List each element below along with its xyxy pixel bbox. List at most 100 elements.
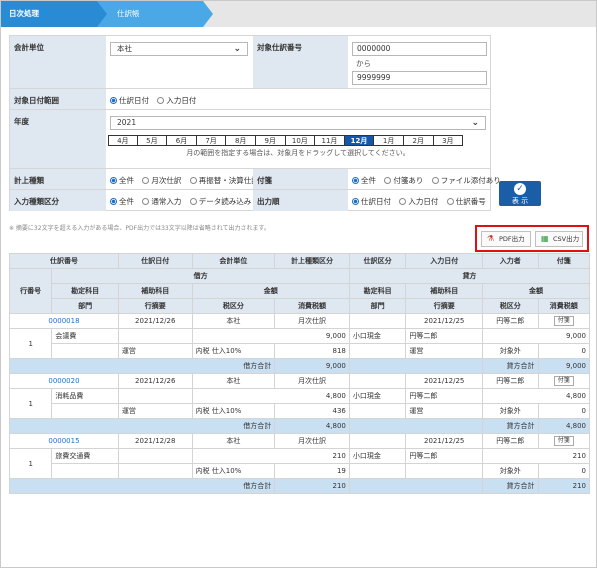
col-line-no: 行番号 <box>8 268 53 314</box>
pdf-export-button[interactable]: ⚗ PDF出力 <box>481 231 531 247</box>
voucher-to-input[interactable]: 9999999 <box>352 71 487 85</box>
radio-icon <box>446 198 454 205</box>
radio-posting-monthly[interactable]: 月次仕訳 <box>142 176 181 185</box>
credit-sub-account: 円等二郎 <box>405 328 484 344</box>
radio-label: 仕訳番号 <box>455 197 486 206</box>
year-select[interactable]: 2021 ⌄ <box>110 116 486 130</box>
header-row-2: 行番号 借方 貸方 <box>8 268 591 314</box>
csv-icon: ▦ <box>541 234 549 243</box>
month-9[interactable]: 12月 <box>344 135 375 146</box>
col-credit: 貸方 <box>348 268 591 284</box>
credit-account: 小口現金 <box>348 328 407 344</box>
radio-icon <box>142 198 150 205</box>
radio-posting-closing[interactable]: 再振替・決算仕訳 <box>189 176 259 185</box>
year-label-cell: 年度 <box>10 110 106 168</box>
col-inputter: 入力者 <box>482 253 539 269</box>
radio-label: 再振替・決算仕訳 <box>198 176 259 185</box>
radio-attach-file[interactable]: ファイル添付あり <box>431 176 501 185</box>
sticky-cell: 付箋 <box>537 373 590 389</box>
month-11[interactable]: 2月 <box>403 135 434 146</box>
debit-total: 4,800 <box>274 418 350 434</box>
voucher-link[interactable]: 0000015 <box>48 437 79 445</box>
credit-tax-amount: 0 <box>537 343 590 359</box>
radio-input-date[interactable]: 入力日付 <box>157 96 196 105</box>
attach-radios: 全件 付箋あり ファイル添付あり <box>352 175 507 186</box>
input-date: 2021/12/25 <box>405 373 484 389</box>
radio-order-input-date[interactable]: 入力日付 <box>399 197 438 206</box>
debit-amount: 4,800 <box>191 388 350 404</box>
company-label-cell: 会計単位 <box>10 36 106 88</box>
inputter: 円等二郎 <box>482 313 539 329</box>
radio-label: 全件 <box>119 176 134 185</box>
month-6[interactable]: 9月 <box>255 135 286 146</box>
col-voucher-date: 仕訳日付 <box>117 253 193 269</box>
radio-voucher-date[interactable]: 仕訳日付 <box>110 96 149 105</box>
date-target-label-cell: 対象日付範囲 <box>10 89 106 109</box>
voucher-date: 2021/12/26 <box>117 373 193 389</box>
debit-total: 210 <box>274 478 350 494</box>
radio-posting-all[interactable]: 全件 <box>110 176 134 185</box>
debit-total: 9,000 <box>274 358 350 374</box>
col-unit: 会計単位 <box>191 253 276 269</box>
month-3[interactable]: 6月 <box>167 135 197 146</box>
attach-label: 付箋 <box>257 176 272 185</box>
posting-label-cell: 計上種類 <box>10 169 106 189</box>
credit-summary <box>405 463 484 479</box>
credit-tax-amount: 0 <box>537 403 590 419</box>
radio-label: 月次仕訳 <box>151 176 182 185</box>
month-10[interactable]: 1月 <box>374 135 404 146</box>
radio-icon <box>189 198 197 205</box>
col-debit: 借方 <box>51 268 350 284</box>
date-target-label: 対象日付範囲 <box>14 96 59 105</box>
month-7[interactable]: 10月 <box>285 135 316 146</box>
radio-input-import[interactable]: データ読み込み <box>189 197 251 206</box>
csv-export-button[interactable]: ▦ CSV出力 <box>535 231 583 247</box>
sticky-button[interactable]: 付箋 <box>553 316 574 326</box>
radio-input-normal[interactable]: 通常入力 <box>142 197 181 206</box>
credit-tax-amount: 0 <box>537 463 590 479</box>
posting-radios: 全件 月次仕訳 再振替・決算仕訳 <box>110 175 265 186</box>
company-select[interactable]: 本社 ⌄ <box>110 42 248 56</box>
month-8[interactable]: 11月 <box>315 135 345 146</box>
col-credit-tax-class: 税区分 <box>482 298 539 314</box>
credit-total: 4,800 <box>537 418 590 434</box>
unit: 本社 <box>191 433 276 449</box>
debit-tax-amount: 19 <box>274 463 350 479</box>
attach-label-cell: 付箋 <box>253 169 348 189</box>
radio-order-voucher-date[interactable]: 仕訳日付 <box>352 197 391 206</box>
month-12[interactable]: 3月 <box>433 135 464 146</box>
show-button[interactable]: ✓ 表 示 <box>499 181 541 206</box>
sticky-button[interactable]: 付箋 <box>553 376 574 386</box>
radio-attach-sticky[interactable]: 付箋あり <box>384 176 423 185</box>
credit-sub-account: 円等二郎 <box>405 448 484 464</box>
radio-attach-all[interactable]: 全件 <box>352 176 376 185</box>
col-debit-sub-account: 補助科目 <box>117 283 193 299</box>
input-type-radios: 全件 通常入力 データ読み込み <box>110 196 257 207</box>
col-input-date: 入力日付 <box>405 253 484 269</box>
inputter: 円等二郎 <box>482 373 539 389</box>
month-5[interactable]: 8月 <box>226 135 256 146</box>
sticky-button[interactable]: 付箋 <box>553 436 574 446</box>
month-4[interactable]: 7月 <box>196 135 227 146</box>
credit-total-label: 貸方合計 <box>482 478 539 494</box>
col-voucher-no: 仕訳番号 <box>9 253 119 269</box>
radio-order-voucher-no[interactable]: 仕訳番号 <box>446 197 486 206</box>
order-radios: 仕訳日付 入力日付 仕訳番号 <box>352 196 492 207</box>
credit-summary: 運営 <box>405 403 484 419</box>
credit-total-label: 貸方合計 <box>482 418 539 434</box>
debit-sub-account <box>117 328 193 344</box>
header-row-1: 仕訳番号 仕訳日付 会計単位 計上種類区分 仕訳区分 入力日付 入力者 付箋 <box>9 253 590 269</box>
radio-input-all[interactable]: 全件 <box>110 197 134 206</box>
voucher-from-input[interactable]: 0000000 <box>352 42 487 56</box>
month-2[interactable]: 5月 <box>137 135 168 146</box>
breadcrumb: 日次処理 仕訳帳 <box>1 1 596 27</box>
voucher-label-cell: 対象仕訳番号 <box>253 36 348 88</box>
breadcrumb-daily-processing[interactable]: 日次処理 <box>1 1 111 27</box>
col-credit-amount: 金額 <box>482 283 590 299</box>
voucher-link[interactable]: 0000018 <box>48 317 79 325</box>
month-selector: 4月 5月 6月 7月 8月 9月 10月 11月 12月 1月 2月 3月 <box>108 135 464 146</box>
month-1[interactable]: 4月 <box>108 135 138 146</box>
voucher-link[interactable]: 0000020 <box>48 377 79 385</box>
input-date: 2021/12/25 <box>405 313 484 329</box>
col-credit-account: 勘定科目 <box>348 283 407 299</box>
